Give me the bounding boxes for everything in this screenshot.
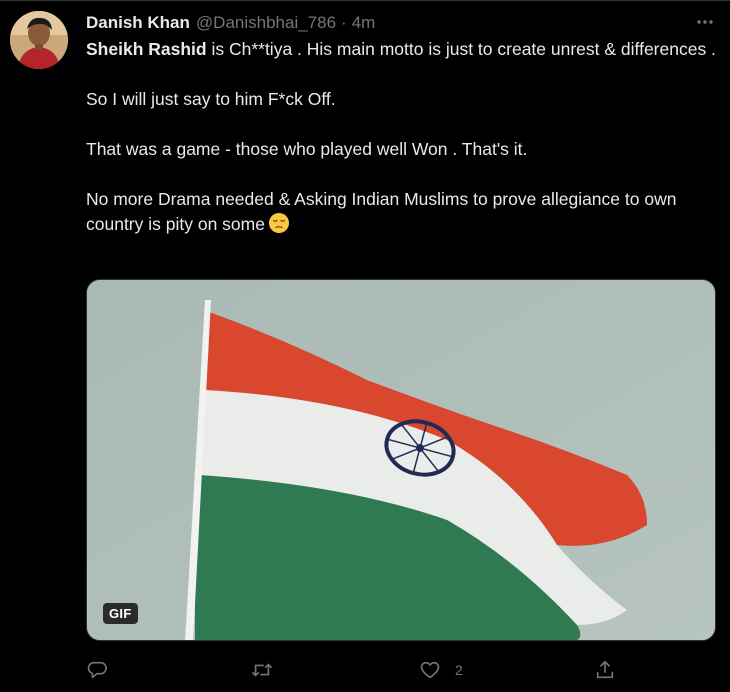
heart-icon (419, 659, 441, 681)
tweet-paragraph-4: No more Drama needed & Asking Indian Mus… (86, 187, 726, 241)
bold-name: Sheikh Rashid (86, 39, 207, 59)
avatar-image (10, 11, 68, 69)
timestamp[interactable]: 4m (352, 13, 376, 33)
retweet-icon (250, 659, 274, 681)
tweet-header: Danish Khan @Danishbhai_786 · 4m (86, 12, 375, 34)
pensive-face-icon (268, 212, 290, 241)
author-name[interactable]: Danish Khan (86, 13, 190, 33)
share-button[interactable] (594, 655, 616, 685)
like-button[interactable]: 2 (419, 655, 463, 685)
paragraph-1-rest: is Ch**tiya . His main motto is just to … (206, 39, 716, 59)
flag-image (87, 280, 715, 640)
retweet-button[interactable] (250, 655, 288, 685)
tweet-card[interactable]: Danish Khan @Danishbhai_786 · 4m Sheikh … (0, 0, 730, 692)
like-count: 2 (455, 662, 463, 678)
paragraph-4-text: No more Drama needed & Asking Indian Mus… (86, 189, 677, 234)
tweet-actions: 2 (86, 655, 626, 685)
reply-icon (86, 659, 108, 681)
share-icon (594, 659, 616, 681)
more-icon[interactable] (694, 11, 716, 33)
tweet-paragraph-1: Sheikh Rashid is Ch**tiya . His main mot… (86, 37, 726, 62)
tweet-paragraph-3: That was a game - those who played well … (86, 139, 528, 159)
avatar[interactable] (10, 11, 68, 69)
separator-dot: · (341, 13, 347, 32)
gif-badge: GIF (103, 603, 138, 624)
tweet-text: Sheikh Rashid is Ch**tiya . His main mot… (86, 37, 726, 241)
author-handle[interactable]: @Danishbhai_786 (196, 13, 336, 33)
gif-media[interactable]: GIF (86, 279, 716, 641)
tweet-paragraph-2: So I will just say to him F*ck Off. (86, 89, 336, 109)
reply-button[interactable] (86, 655, 122, 685)
